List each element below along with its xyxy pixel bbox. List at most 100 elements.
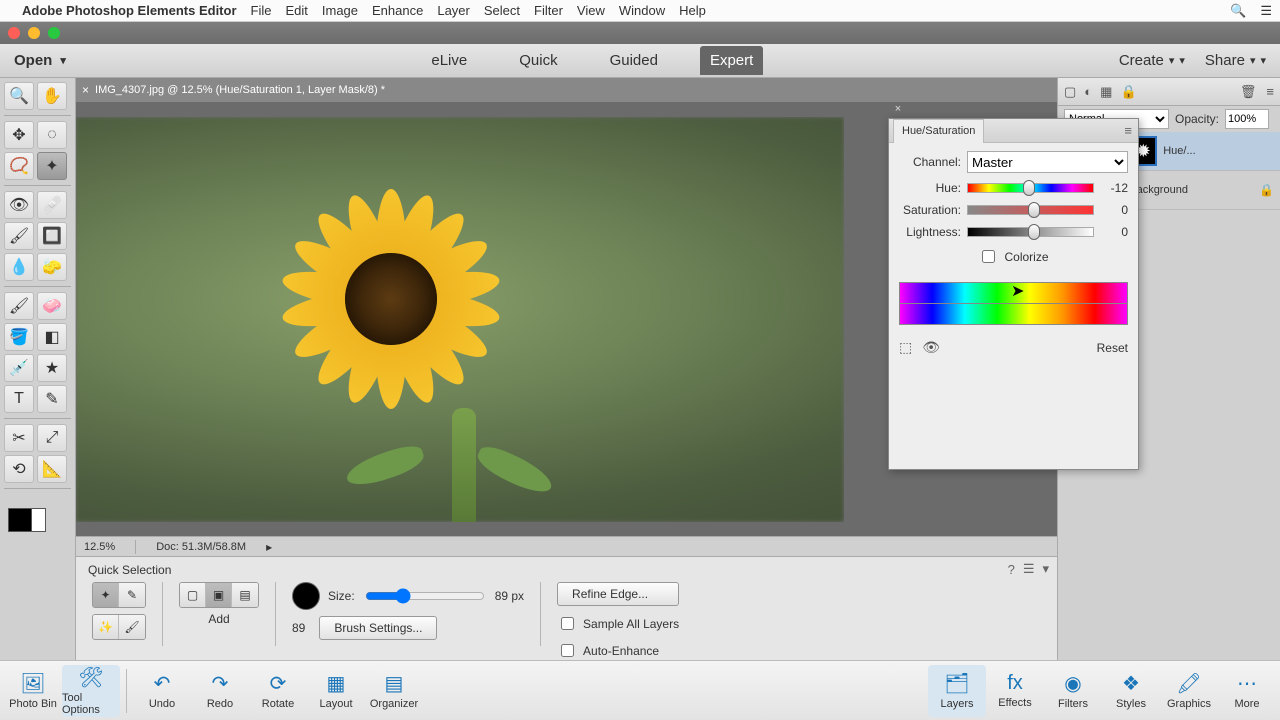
- graphics-button[interactable]: 🖍Graphics: [1160, 665, 1218, 717]
- undo-button[interactable]: ↶Undo: [133, 665, 191, 717]
- menu-window[interactable]: Window: [619, 3, 665, 18]
- redo-button[interactable]: ↷Redo: [191, 665, 249, 717]
- lock-icon[interactable]: 🔒: [1259, 183, 1274, 197]
- menu-image[interactable]: Image: [322, 3, 358, 18]
- opacity-input[interactable]: [1225, 109, 1269, 129]
- minimize-window-button[interactable]: [28, 27, 40, 39]
- lightness-value[interactable]: 0: [1100, 225, 1128, 239]
- color-swatches[interactable]: [4, 494, 71, 536]
- zoom-window-button[interactable]: [48, 27, 60, 39]
- lightness-slider[interactable]: [967, 227, 1094, 237]
- canvas[interactable]: × Hue/Saturation ≡ Channel: Master Hue:: [76, 102, 1057, 536]
- menu-layer[interactable]: Layer: [437, 3, 470, 18]
- menu-file[interactable]: File: [251, 3, 272, 18]
- type-tool[interactable]: T: [4, 385, 34, 413]
- menu-edit[interactable]: Edit: [285, 3, 307, 18]
- quick-selection-tool[interactable]: ✦: [37, 152, 67, 180]
- hand-tool[interactable]: ✋: [37, 82, 67, 110]
- close-window-button[interactable]: [8, 27, 20, 39]
- brush-settings-button[interactable]: Brush Settings...: [319, 616, 437, 640]
- marquee-tool[interactable]: ◌: [37, 121, 67, 149]
- menu-enhance[interactable]: Enhance: [372, 3, 423, 18]
- magic-wand-button[interactable]: ✨: [93, 615, 119, 639]
- close-document-button[interactable]: ×: [82, 83, 89, 97]
- saturation-slider[interactable]: [967, 205, 1094, 215]
- recompose-tool[interactable]: ⤢: [37, 424, 67, 452]
- mode-expert[interactable]: Expert: [700, 46, 763, 75]
- colorize-checkbox[interactable]: [982, 250, 995, 263]
- tool-options-button[interactable]: 🛠Tool Options: [62, 665, 120, 717]
- zoom-value[interactable]: 12.5%: [84, 541, 115, 553]
- quick-select-brush-button[interactable]: ✦: [93, 583, 119, 607]
- delete-layer-icon[interactable]: 🗑: [1240, 84, 1257, 100]
- layers-button[interactable]: 🗂Layers: [928, 665, 986, 717]
- mode-elive[interactable]: eLive: [421, 46, 477, 75]
- eyedropper-tool[interactable]: 💉: [4, 354, 34, 382]
- hue-slider[interactable]: [967, 183, 1094, 193]
- more-button[interactable]: ⋯More: [1218, 665, 1276, 717]
- brush-preview[interactable]: [292, 582, 320, 610]
- content-aware-tool[interactable]: ⟲: [4, 455, 34, 483]
- mode-quick[interactable]: Quick: [509, 46, 567, 75]
- zoom-tool[interactable]: 🔍: [4, 82, 34, 110]
- menu-extras-icon[interactable]: ☰: [1260, 3, 1272, 19]
- effects-button[interactable]: fxEffects: [986, 665, 1044, 717]
- custom-shape-tool[interactable]: ★: [37, 354, 67, 382]
- subtract-selection-button[interactable]: ▤: [232, 583, 258, 607]
- document-tab-title[interactable]: IMG_4307.jpg @ 12.5% (Hue/Saturation 1, …: [95, 84, 385, 96]
- clone-tool[interactable]: 🔲: [37, 222, 67, 250]
- menu-select[interactable]: Select: [484, 3, 520, 18]
- lasso-tool[interactable]: 📿: [4, 152, 34, 180]
- menu-view[interactable]: View: [577, 3, 605, 18]
- saturation-thumb[interactable]: [1028, 202, 1040, 218]
- hue-value[interactable]: -12: [1100, 181, 1128, 195]
- paint-bucket-tool[interactable]: 🪣: [4, 323, 34, 351]
- straighten-tool[interactable]: 📐: [37, 455, 67, 483]
- help-icon[interactable]: ?: [1008, 562, 1015, 577]
- refine-brush-button[interactable]: 🖌: [119, 615, 145, 639]
- organizer-button[interactable]: ▤Organizer: [365, 665, 423, 717]
- visibility-icon[interactable]: 👁: [922, 339, 940, 356]
- mode-guided[interactable]: Guided: [600, 46, 668, 75]
- redeye-tool[interactable]: 👁: [4, 191, 34, 219]
- spotlight-icon[interactable]: 🔍: [1230, 3, 1246, 19]
- menu-help[interactable]: Help: [679, 3, 706, 18]
- styles-button[interactable]: ❖Styles: [1102, 665, 1160, 717]
- adjustment-layer-icon[interactable]: ◐: [1084, 84, 1092, 99]
- filters-button[interactable]: ◉Filters: [1044, 665, 1102, 717]
- panel-settings-icon[interactable]: ☰: [1023, 561, 1035, 577]
- hue-saturation-panel[interactable]: × Hue/Saturation ≡ Channel: Master Hue:: [888, 118, 1139, 470]
- auto-enhance-checkbox[interactable]: Auto-Enhance: [557, 641, 679, 660]
- brush-tool[interactable]: 🖌: [4, 292, 34, 320]
- rotate-button[interactable]: ⟳Rotate: [249, 665, 307, 717]
- layer-name[interactable]: Hue/...: [1163, 145, 1195, 157]
- menu-filter[interactable]: Filter: [534, 3, 563, 18]
- layout-button[interactable]: ▦Layout: [307, 665, 365, 717]
- hue-thumb[interactable]: [1023, 180, 1035, 196]
- add-selection-button[interactable]: ▣: [206, 583, 232, 607]
- smart-brush-tool[interactable]: 🖌: [4, 222, 34, 250]
- close-panel-button[interactable]: ×: [889, 103, 907, 115]
- pencil-tool[interactable]: ✎: [37, 385, 67, 413]
- panel-tab-title[interactable]: Hue/Saturation: [893, 119, 984, 143]
- lightness-thumb[interactable]: [1028, 224, 1040, 240]
- layer-mask-icon[interactable]: ▦: [1100, 84, 1112, 100]
- photo-bin-button[interactable]: 🖼Photo Bin: [4, 665, 62, 717]
- crop-tool[interactable]: ✂: [4, 424, 34, 452]
- gradient-tool[interactable]: ◧: [37, 323, 67, 351]
- create-button[interactable]: Create: [1119, 52, 1185, 69]
- size-num[interactable]: 89: [292, 621, 305, 635]
- blur-tool[interactable]: 💧: [4, 253, 34, 281]
- panel-menu-icon[interactable]: ≡: [1266, 84, 1274, 100]
- panel-menu-icon[interactable]: ≡: [1124, 123, 1132, 138]
- refine-edge-button[interactable]: Refine Edge...: [557, 582, 679, 606]
- sample-all-layers-checkbox[interactable]: Sample All Layers: [557, 614, 679, 633]
- clip-layer-icon[interactable]: ⬚: [899, 339, 912, 356]
- share-button[interactable]: Share: [1205, 52, 1266, 69]
- size-slider[interactable]: [365, 588, 485, 604]
- status-menu-icon[interactable]: ▸: [266, 540, 272, 554]
- spot-heal-tool[interactable]: 🩹: [37, 191, 67, 219]
- selection-brush-button[interactable]: ✎: [119, 583, 145, 607]
- saturation-value[interactable]: 0: [1100, 203, 1128, 217]
- foreground-color[interactable]: [8, 508, 32, 532]
